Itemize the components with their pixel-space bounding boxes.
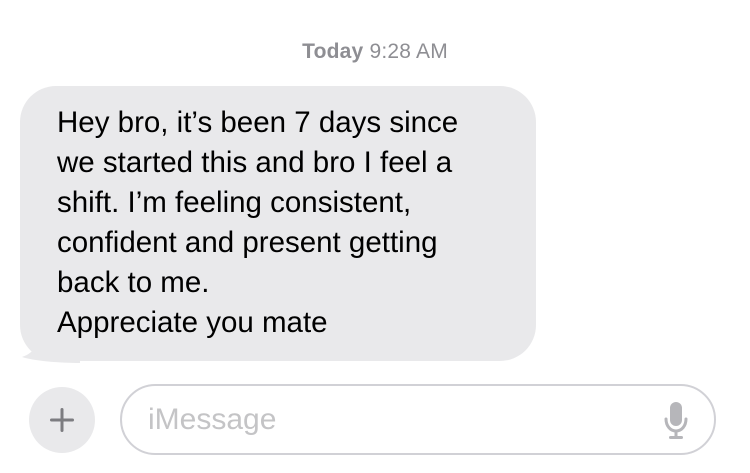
imessage-input[interactable]: iMessage [120, 384, 716, 455]
plus-icon [50, 408, 74, 432]
message-text-line: shift. I’m feeling consistent, [57, 186, 412, 219]
add-attachment-button[interactable] [29, 387, 95, 453]
input-placeholder: iMessage [148, 403, 277, 436]
message-text-line: we started this and bro I feel a [57, 146, 453, 179]
message-text-line: confident and present getting [57, 226, 438, 259]
message-composer: iMessage [0, 384, 750, 459]
microphone-icon [664, 402, 688, 439]
message-bubble: Hey bro, it’s been 7 days since we start… [20, 86, 536, 361]
message-timestamp: Today 9:28 AM [0, 40, 750, 64]
timestamp-day: Today [302, 40, 364, 63]
message-text-line: Appreciate you mate [57, 306, 328, 339]
message-text-line: back to me. [57, 266, 210, 299]
received-message[interactable]: Hey bro, it’s been 7 days since we start… [20, 86, 536, 363]
message-text-line: Hey bro, it’s been 7 days since [57, 106, 459, 139]
dictation-button[interactable] [656, 399, 696, 443]
timestamp-time: 9:28 AM [369, 40, 448, 63]
